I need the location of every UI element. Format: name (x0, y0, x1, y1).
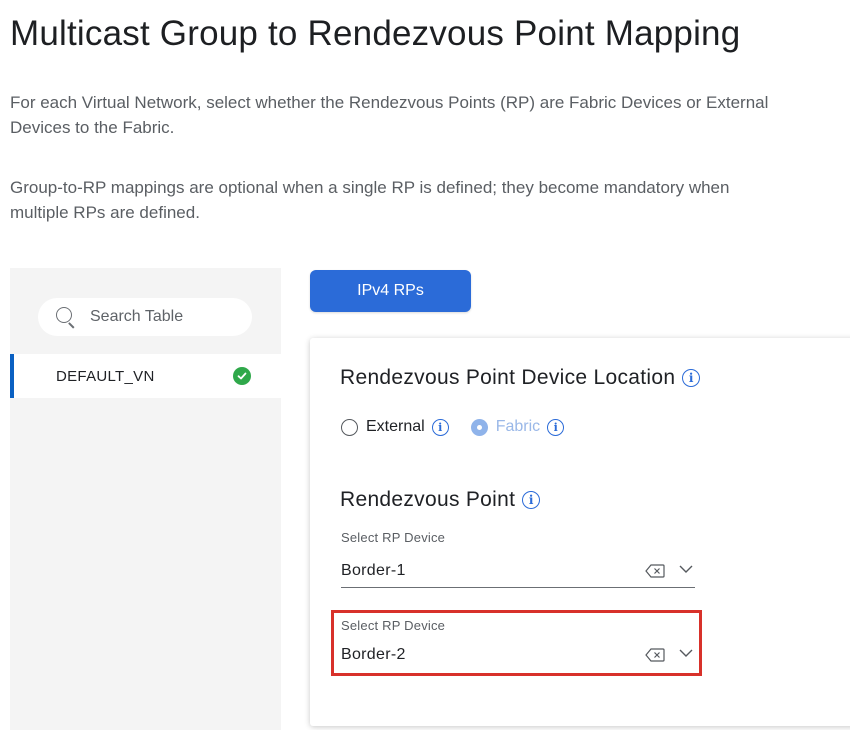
info-icon[interactable]: i (431, 418, 449, 436)
chevron-down-icon[interactable] (678, 561, 694, 577)
device-location-heading: Rendezvous Point Device Location (340, 366, 676, 389)
device-location-radio-group: External i Fabric i (341, 418, 586, 436)
field-label: Select RP Device (341, 530, 446, 545)
check-circle-icon (233, 367, 251, 385)
radio-fabric-label: Fabric (495, 418, 541, 435)
section-title-device-location: Rendezvous Point Device Location i (340, 366, 701, 390)
info-icon[interactable]: i (522, 491, 541, 509)
rendezvous-point-heading: Rendezvous Point (340, 488, 516, 511)
tab-ipv4-rps[interactable]: IPv4 RPs (310, 270, 471, 312)
radio-button-unchecked[interactable] (341, 418, 358, 436)
field-value: Border-1 (341, 562, 406, 579)
table-row[interactable]: DEFAULT_VN (10, 354, 281, 398)
radio-fabric[interactable]: Fabric i (470, 418, 565, 436)
vn-name: DEFAULT_VN (56, 367, 155, 385)
clear-icon[interactable] (645, 564, 665, 578)
page-description-1: For each Virtual Network, select whether… (10, 93, 769, 137)
selected-row-indicator (10, 354, 14, 398)
vn-table-panel: DEFAULT_VN (10, 268, 281, 730)
highlight-box (331, 610, 702, 676)
rp-device-select-1[interactable]: Select RP Device Border-1 (341, 530, 695, 588)
page-title: Multicast Group to Rendezvous Point Mapp… (10, 14, 741, 53)
info-icon[interactable]: i (682, 369, 701, 387)
search-input[interactable] (90, 308, 230, 326)
search-icon (56, 307, 76, 329)
page-description-2: Group-to-RP mappings are optional when a… (10, 178, 730, 222)
search-box[interactable] (38, 298, 252, 336)
radio-external-label: External (366, 418, 425, 435)
section-title-rendezvous-point: Rendezvous Point i (340, 488, 541, 512)
info-icon[interactable]: i (547, 418, 565, 436)
radio-external[interactable]: External i (341, 418, 449, 436)
radio-button-checked[interactable] (470, 418, 488, 436)
